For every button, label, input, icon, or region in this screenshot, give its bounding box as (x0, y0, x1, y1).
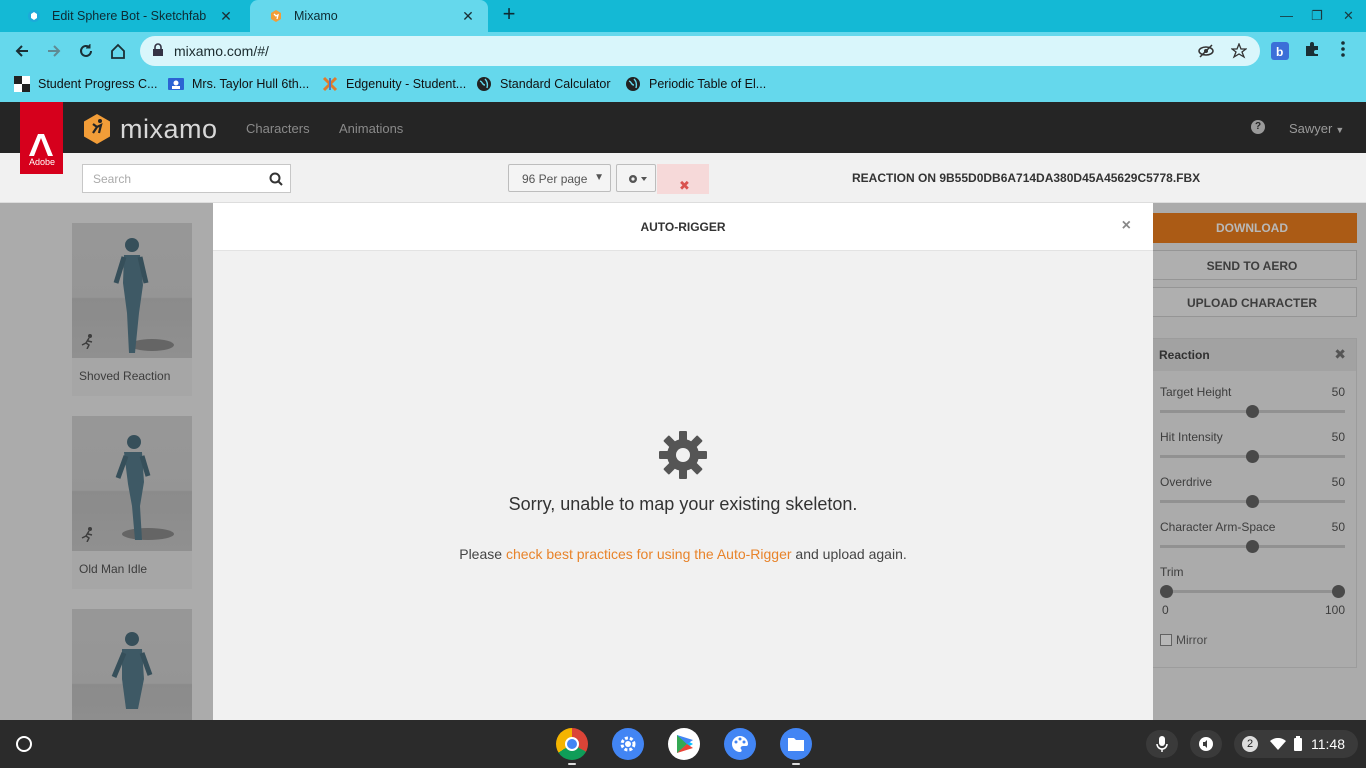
globe-icon (626, 77, 640, 91)
chevron-down-icon: ▼ (594, 172, 604, 183)
os-shelf: 2 (0, 720, 1366, 768)
play-store-icon[interactable] (668, 728, 700, 760)
bookmark-label: Edgenuity - Student... (346, 77, 467, 91)
adobe-label: Adobe (29, 157, 56, 167)
close-tab-icon[interactable]: ✕ (460, 8, 476, 25)
adobe-logo[interactable]: Adobe (20, 102, 63, 174)
bookmark-label: Student Progress C... (38, 77, 158, 91)
bookmark-label: Periodic Table of El... (649, 77, 767, 91)
edgenuity-icon (322, 76, 338, 92)
bookmark-periodic-table[interactable]: Periodic Table of El... (625, 76, 766, 92)
classroom-icon (168, 78, 184, 90)
gear-icon (629, 175, 647, 183)
tab-mixamo[interactable]: Mixamo ✕ (250, 0, 488, 32)
clock: 11:48 (1311, 736, 1345, 752)
bookmark-edgenuity[interactable]: Edgenuity - Student... (322, 76, 466, 92)
search-placeholder: Search (93, 172, 132, 186)
address-bar[interactable]: mixamo.com/#/ (140, 36, 1260, 66)
settings-icon[interactable] (612, 728, 644, 760)
bookmark-label: Standard Calculator (500, 77, 611, 91)
error-indicator[interactable]: ✖ (657, 164, 709, 194)
bookmark-mrs-taylor-hull[interactable]: Mrs. Taylor Hull 6th... (168, 76, 309, 92)
new-tab-icon[interactable]: + (498, 3, 520, 26)
home-icon[interactable] (107, 40, 129, 62)
microphone-button[interactable] (1146, 730, 1178, 758)
auto-rigger-modal: AUTO-RIGGER × Sorry, unable to map your … (213, 203, 1153, 720)
select-to-speak-button[interactable] (1190, 730, 1222, 758)
search-icon[interactable] (269, 172, 283, 189)
battery-icon (1294, 736, 1302, 751)
browser-toolbar: mixamo.com/#/ b (0, 32, 1366, 70)
launcher-icon[interactable] (16, 736, 32, 752)
sketchfab-icon (26, 8, 42, 24)
close-icon[interactable]: × (1122, 217, 1131, 235)
tracking-blocked-icon[interactable] (1198, 43, 1214, 62)
tab-title: Edit Sphere Bot - Sketchfab (52, 9, 207, 23)
globe-icon (477, 77, 491, 91)
extensions-puzzle-icon[interactable] (1304, 41, 1320, 60)
tab-sketchfab[interactable]: Edit Sphere Bot - Sketchfab ✕ (8, 0, 246, 32)
bookmarks-bar: Student Progress C... Mrs. Taylor Hull 6… (0, 70, 1366, 102)
user-menu[interactable]: Sawyer ▼ (1289, 121, 1344, 136)
wifi-icon (1270, 738, 1286, 750)
restore-icon[interactable]: ❐ (1311, 8, 1323, 24)
caret-down-icon: ▼ (1335, 125, 1345, 135)
mixamo-icon (268, 8, 284, 24)
forward-icon[interactable] (43, 40, 65, 62)
settings-dropdown-button[interactable] (616, 164, 656, 192)
gear-icon (658, 430, 708, 483)
notification-badge: 2 (1242, 736, 1258, 752)
svg-text:b: b (1276, 45, 1283, 59)
bitmoji-extension-icon[interactable]: b (1271, 42, 1289, 63)
per-page-value: 96 Per page (522, 172, 588, 186)
tab-title: Mixamo (294, 9, 338, 23)
minimize-icon[interactable]: — (1280, 8, 1293, 23)
running-indicator (792, 763, 800, 765)
browser-tabstrip: Edit Sphere Bot - Sketchfab ✕ Mixamo ✕ +… (0, 0, 1366, 32)
reload-icon[interactable] (75, 40, 97, 62)
canvas-icon[interactable] (724, 728, 756, 760)
mixamo-wordmark: mixamo (120, 113, 218, 144)
chrome-icon[interactable] (556, 728, 588, 760)
close-icon: ✖ (679, 178, 690, 193)
files-icon[interactable] (780, 728, 812, 760)
search-input[interactable]: Search (82, 164, 291, 193)
best-practices-link[interactable]: check best practices for using the Auto-… (506, 546, 792, 562)
close-tab-icon[interactable]: ✕ (218, 8, 234, 25)
url-text: mixamo.com/#/ (174, 43, 269, 59)
mixamo-logo-icon (84, 114, 110, 144)
modal-title: AUTO-RIGGER (640, 220, 726, 234)
close-window-icon[interactable]: ✕ (1343, 8, 1354, 24)
nav-characters[interactable]: Characters (246, 121, 310, 136)
help-icon[interactable]: ? (1251, 120, 1265, 134)
mixamo-logo[interactable]: mixamo (82, 113, 218, 145)
menu-kebab-icon[interactable] (1341, 41, 1345, 60)
instructions-prefix: Please (459, 546, 506, 562)
lock-icon (152, 43, 164, 60)
bookmark-standard-calculator[interactable]: Standard Calculator (476, 76, 610, 92)
bookmark-star-icon[interactable] (1230, 42, 1248, 62)
checker-flag-icon (14, 76, 30, 92)
error-instructions: Please check best practices for using th… (213, 546, 1153, 562)
user-name: Sawyer (1289, 121, 1333, 136)
instructions-suffix: and upload again. (791, 546, 907, 562)
error-message: Sorry, unable to map your existing skele… (508, 494, 858, 514)
per-page-select[interactable]: 96 Per page ▼ (508, 164, 611, 192)
running-indicator (568, 763, 576, 765)
nav-animations[interactable]: Animations (339, 121, 403, 136)
back-icon[interactable] (11, 40, 33, 62)
bookmark-student-progress[interactable]: Student Progress C... (14, 76, 158, 92)
modal-header: AUTO-RIGGER × (213, 203, 1153, 251)
bookmark-label: Mrs. Taylor Hull 6th... (192, 77, 310, 91)
file-name: REACTION ON 9B55D0DB6A714DA380D45A45629C… (852, 171, 1201, 185)
